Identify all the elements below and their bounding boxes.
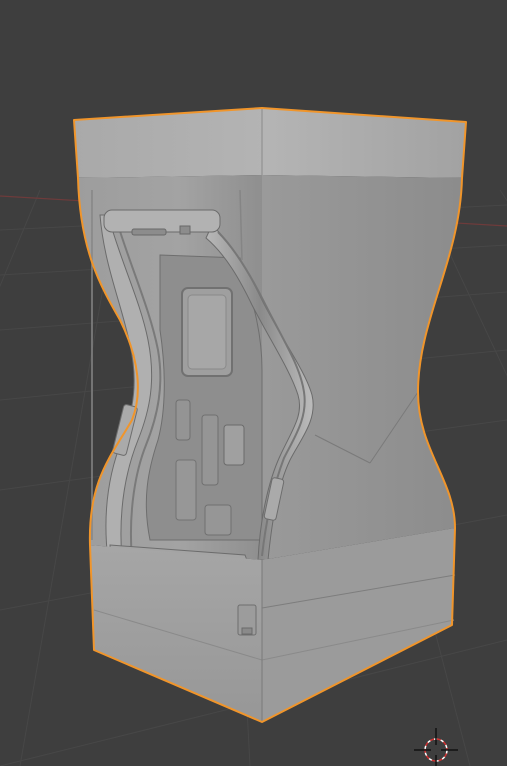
3d-viewport[interactable] bbox=[0, 0, 507, 766]
model-base-right bbox=[262, 528, 455, 722]
selected-model[interactable] bbox=[73, 107, 467, 723]
door-detail-slot bbox=[201, 414, 219, 486]
door-detail-slot bbox=[204, 504, 232, 536]
model-base-front bbox=[90, 545, 262, 722]
door-detail-slot bbox=[175, 399, 191, 441]
door-handle[interactable] bbox=[223, 424, 245, 466]
3d-cursor-icon[interactable] bbox=[414, 728, 458, 766]
